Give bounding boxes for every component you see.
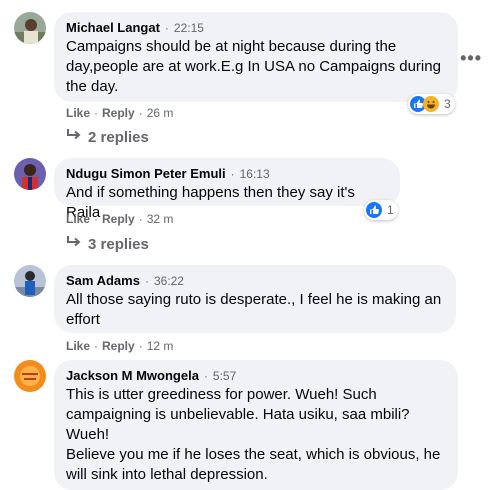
- comment-time[interactable]: 5:57: [213, 369, 236, 383]
- comment-actions: Like · Reply · 26 m: [66, 106, 173, 120]
- haha-icon: [423, 96, 439, 112]
- more-options-icon[interactable]: •••: [460, 48, 482, 69]
- reaction-count: 3: [444, 97, 451, 111]
- reaction-summary[interactable]: 3: [408, 94, 455, 114]
- avatar[interactable]: [14, 12, 46, 44]
- comment-bubble: Michael Langat · 22:15 Campaigns should …: [54, 12, 458, 102]
- avatar[interactable]: [14, 360, 46, 392]
- comment-age[interactable]: 26 m: [147, 106, 174, 120]
- author-name[interactable]: Jackson M Mwongela: [66, 368, 199, 383]
- replies-count-label: 2 replies: [88, 128, 149, 146]
- comment-time[interactable]: 16:13: [240, 167, 270, 181]
- separator: ·: [144, 274, 149, 288]
- comment-actions: Like · Reply · 32 m: [66, 212, 173, 226]
- like-button[interactable]: Like: [66, 212, 90, 226]
- author-name[interactable]: Sam Adams: [66, 273, 140, 288]
- author-name[interactable]: Ndugu Simon Peter Emuli: [66, 166, 226, 181]
- comment-text: All those saying ruto is desperate., I f…: [66, 291, 442, 328]
- separator: ·: [138, 106, 143, 120]
- like-button[interactable]: Like: [66, 339, 90, 353]
- comment-bubble: Jackson M Mwongela · 5:57 This is utter …: [54, 360, 458, 490]
- comment-text: This is utter greediness for power. Wueh…: [66, 385, 446, 485]
- avatar[interactable]: [14, 265, 46, 297]
- separator: ·: [94, 339, 99, 353]
- view-replies-button[interactable]: 2 replies: [66, 128, 149, 146]
- comment-bubble: Sam Adams · 36:22 All those saying ruto …: [54, 265, 456, 333]
- separator: ·: [203, 369, 208, 383]
- reaction-count: 1: [387, 203, 394, 217]
- reply-button[interactable]: Reply: [102, 106, 135, 120]
- comment-text: Campaigns should be at night because dur…: [66, 38, 441, 95]
- view-replies-button[interactable]: 3 replies: [66, 235, 149, 253]
- separator: ·: [230, 167, 235, 181]
- reply-arrow-icon: [66, 128, 82, 146]
- reaction-summary[interactable]: 1: [364, 200, 398, 220]
- separator: ·: [94, 106, 99, 120]
- comment-paragraph: This is utter greediness for power. Wueh…: [66, 386, 410, 443]
- reply-arrow-icon: [66, 235, 82, 253]
- separator: ·: [164, 21, 169, 35]
- comment-age[interactable]: 12 m: [147, 339, 174, 353]
- comment-age[interactable]: 32 m: [147, 212, 174, 226]
- reply-button[interactable]: Reply: [102, 339, 135, 353]
- like-icon: [366, 202, 382, 218]
- comment-time[interactable]: 22:15: [174, 21, 204, 35]
- separator: ·: [138, 212, 143, 226]
- comment-actions: Like · Reply · 12 m: [66, 339, 173, 353]
- comment-bubble: Ndugu Simon Peter Emuli · 16:13 And if s…: [54, 158, 400, 221]
- reply-button[interactable]: Reply: [102, 212, 135, 226]
- separator: ·: [138, 339, 143, 353]
- author-name[interactable]: Michael Langat: [66, 20, 160, 35]
- replies-count-label: 3 replies: [88, 235, 149, 253]
- comment-paragraph: Believe you me if he loses the seat, whi…: [66, 446, 441, 483]
- comment-time[interactable]: 36:22: [154, 274, 184, 288]
- separator: ·: [94, 212, 99, 226]
- like-button[interactable]: Like: [66, 106, 90, 120]
- avatar[interactable]: [14, 158, 46, 190]
